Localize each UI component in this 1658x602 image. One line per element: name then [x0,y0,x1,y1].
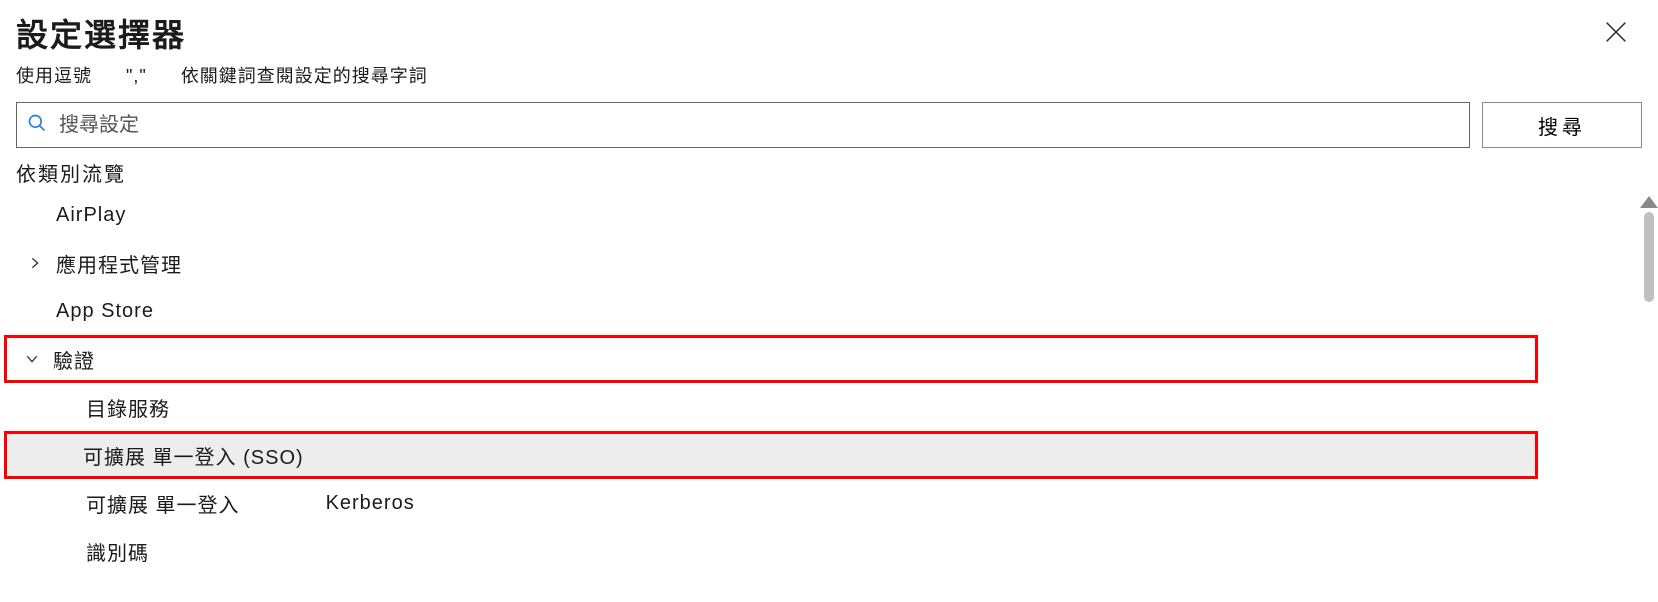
chevron-down-icon [17,351,47,367]
subtitle-comma: "," [126,66,147,87]
search-input[interactable] [59,114,1459,137]
scroll-up-arrow-icon [1640,196,1658,208]
close-icon [1602,33,1630,50]
tree-item-app-management[interactable]: 應用程式管理 [10,239,1658,287]
tree-item-label: 識別碼 [80,537,149,566]
subtitle-suffix: 依關鍵詞查閱設定的搜尋字詞 [181,66,428,86]
page-subtitle: 使用逗號 "," 依關鍵詞查閱設定的搜尋字詞 [16,62,1642,88]
tree-item-authentication[interactable]: 驗證 [4,335,1538,383]
tree-item-label: App Store [50,300,154,323]
tree-item-label: 目錄服務 [80,393,170,422]
search-icon [27,113,59,138]
tree-item-label: 驗證 [47,345,95,374]
tree-item-label-part1: 可擴展 單一登入 [80,489,320,518]
close-button[interactable] [1602,18,1630,51]
tree-item-extensible-sso-kerberos[interactable]: 可擴展 單一登入 Kerberos [10,479,1658,527]
tree-item-label: AirPlay [50,204,126,227]
page-title: 設定選擇器 [16,10,1642,56]
tree-item-label-part2: Kerberos [320,492,415,515]
tree-item-label: 可擴展 單一登入 (SSO) [77,441,304,470]
tree-item-app-store[interactable]: App Store [10,287,1658,335]
tree-item-airplay[interactable]: AirPlay [10,191,1658,239]
scroll-thumb[interactable] [1644,212,1654,302]
scrollbar[interactable] [1640,196,1658,302]
search-box[interactable] [16,102,1470,148]
tree-item-extensible-sso[interactable]: 可擴展 單一登入 (SSO) [4,431,1538,479]
tree-item-directory-service[interactable]: 目錄服務 [10,383,1658,431]
subtitle-prefix: 使用逗號 [16,66,92,86]
search-button[interactable]: 搜尋 [1482,102,1642,148]
browse-by-category-label: 依類別流覽 [0,154,1658,191]
tree-item-label: 應用程式管理 [50,249,182,278]
chevron-right-icon [20,255,50,271]
category-tree: AirPlay 應用程式管理 App Store 驗證 目錄服務 可擴展 單一登… [0,191,1658,575]
tree-item-identifier[interactable]: 識別碼 [10,527,1658,575]
